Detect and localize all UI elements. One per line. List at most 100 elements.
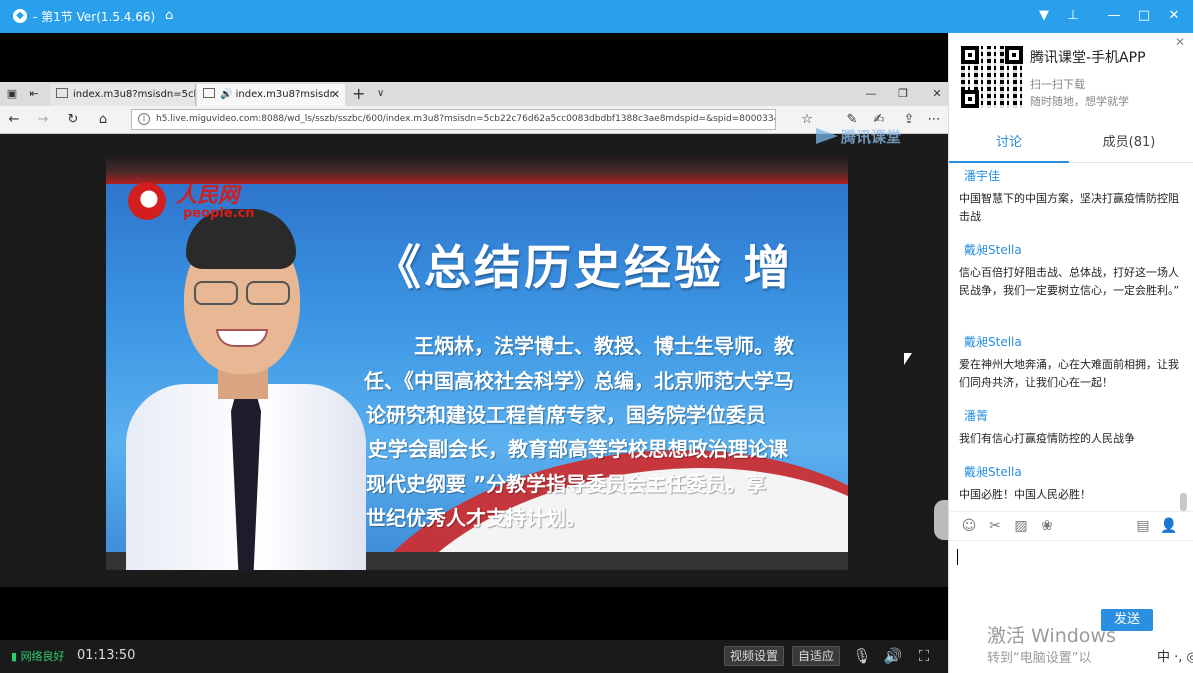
browser-tab-2-label: index.m3u8?msisdr: [235, 89, 334, 100]
slide-headline: 《总结历史经验 增: [374, 241, 794, 296]
more-icon[interactable]: ⋯: [925, 111, 943, 129]
new-tab-icon[interactable]: +: [352, 84, 365, 104]
tencent-watermark: 腾讯课堂: [816, 126, 901, 147]
side-panel: ✕ 腾讯课堂-手机APP 扫一扫下载 随时随地，想学就学 讨论 成员(81) 潘…: [948, 33, 1193, 673]
chat-list[interactable]: 潘宇佳 中国智慧下的中国方案，坚决打赢疫情防控阻击战 戴昶Stella 信心百倍…: [949, 164, 1187, 509]
slide-bio-line: 史学会副会长，教育部高等学校思想政治理论课: [368, 437, 788, 461]
slide-bio-line: 任、《中国高校社会科学》总编，北京师范大学马: [364, 369, 794, 393]
chat-scrollbar[interactable]: [1180, 493, 1187, 511]
notes-card-icon[interactable]: ▤: [1134, 517, 1152, 535]
chat-text: 爱在神州大地奔涌，心在大难面前相拥，让我们同舟共济，让我们心在一起！: [959, 358, 1179, 389]
signal-icon: ▮: [11, 650, 18, 663]
slide-bio-line: 论研究和建设工程首席专家，国务院学位委员: [366, 403, 766, 427]
elapsed-time: 01:13:50: [77, 648, 136, 663]
chat-author[interactable]: 潘宇佳: [959, 168, 1185, 184]
windows-activate-title: 激活 Windows: [987, 625, 1116, 647]
close-icon[interactable]: ✕: [1164, 6, 1184, 26]
slide-logo-url: people.cn: [183, 206, 255, 221]
qr-finder: [961, 46, 979, 64]
shared-browser-window: ▣ ⇤ index.m3u8?msisdn=5cb22c 🔊 index.m3u…: [0, 82, 948, 587]
video-settings-button[interactable]: 视频设置: [724, 646, 785, 666]
app-promo-title: 腾讯课堂-手机APP: [1030, 50, 1146, 66]
chat-author[interactable]: 戴昶Stella: [959, 464, 1185, 480]
close-promo-icon[interactable]: ✕: [1175, 35, 1185, 49]
tab-close-icon[interactable]: ✕: [331, 84, 340, 106]
chat-message: 戴昶Stella 爱在神州大地奔涌，心在大难面前相拥，让我们同舟共济，让我们心在…: [959, 334, 1185, 392]
speaker-tab-icon: 🔊: [220, 89, 233, 100]
maximize-icon[interactable]: □: [1134, 6, 1154, 26]
chat-author[interactable]: 潘菁: [959, 408, 1185, 424]
windows-activate-subtitle: 转到“电脑设置”以: [987, 651, 1092, 666]
tab-set-aside-icon[interactable]: ▣: [4, 86, 20, 102]
speaker-portrait: [126, 209, 386, 570]
home-page-icon[interactable]: ⌂: [94, 111, 112, 129]
ime-indicator[interactable]: 中 ·, ◎: [1157, 646, 1193, 665]
fit-mode-button[interactable]: 自适应: [792, 646, 841, 666]
panel-tabs: 讨论 成员(81): [949, 125, 1193, 163]
mouse-cursor-icon: [904, 353, 912, 365]
people-daily-logo-icon: [128, 182, 166, 220]
mic-muted-icon[interactable]: 🎙: [852, 646, 872, 666]
emoji-icon[interactable]: ☺: [960, 517, 978, 535]
flower-icon[interactable]: ❀: [1038, 517, 1056, 535]
url-field[interactable]: i h5.live.miguvideo.com:8088/wd_ls/sszb/…: [131, 109, 776, 130]
refresh-icon[interactable]: ↻: [64, 111, 82, 129]
qr-code-icon: [961, 46, 1023, 108]
promo-tagline: 随时随地，想学就学: [1030, 95, 1129, 108]
favorite-star-icon[interactable]: ☆: [798, 111, 816, 129]
chat-author[interactable]: 戴昶Stella: [959, 242, 1185, 258]
scan-to-download: 扫一扫下载: [1030, 78, 1085, 91]
chat-text: 我们有信心打赢疫情防控的人民战争: [959, 432, 1135, 445]
chat-toolbar: ☺ ✂ ▨ ❀ ▤ 👤: [949, 511, 1193, 541]
volume-icon[interactable]: 🔊: [883, 646, 903, 666]
browser-tab-strip: ▣ ⇤ index.m3u8?msisdn=5cb22c 🔊 index.m3u…: [0, 82, 948, 106]
page-icon: [56, 88, 68, 98]
tab-restore-icon[interactable]: ⇤: [26, 86, 42, 102]
chat-message: 戴昶Stella 信心百倍打好阻击战、总体战，打好这一场人民战争，我们一定要树立…: [959, 242, 1185, 300]
browser-address-bar: ← → ↻ ⌂ i h5.live.miguvideo.com:8088/wd_…: [0, 106, 948, 146]
fullscreen-icon[interactable]: ⛶: [914, 646, 934, 666]
app-window: ◆ - 第1节 Ver(1.5.4.66) ⌂ ▼ ⊥ — □ ✕ ▣ ⇤ in…: [0, 0, 1193, 673]
browser-close-icon[interactable]: ✕: [928, 85, 946, 103]
qr-finder: [1005, 46, 1023, 64]
tab-members[interactable]: 成员(81): [1069, 125, 1189, 163]
user-icon[interactable]: 👤: [1160, 517, 1178, 535]
page-icon: [203, 88, 215, 98]
chat-text: 中国必胜！中国人民必胜！: [959, 488, 1091, 501]
chat-text: 中国智慧下的中国方案，坚决打赢疫情防控阻击战: [959, 192, 1179, 223]
player-control-bar: ▮ 网络良好 01:13:50 视频设置 自适应 🎙 🔊 ⛶: [0, 640, 948, 673]
image-icon[interactable]: ▨: [1012, 517, 1030, 535]
slide-bio-line: 现代史纲要 ”分教学指导委员会主任委员。享: [366, 472, 767, 496]
chat-message: 戴昶Stella 中国必胜！中国人民必胜！: [959, 464, 1185, 504]
browser-tab-1[interactable]: index.m3u8?msisdn=5cb22c: [50, 84, 196, 106]
window-title: - 第1节 Ver(1.5.4.66): [33, 10, 156, 24]
tencent-classroom-logo-icon: ◆: [13, 9, 27, 23]
slide-logo-name: 人民网: [176, 182, 239, 207]
qr-finder: [961, 90, 979, 108]
network-status: ▮ 网络良好: [11, 650, 65, 664]
slide-bio-line: 王炳林，法学博士、教授、博士生导师。教: [414, 334, 794, 358]
tab-discussion[interactable]: 讨论: [949, 125, 1069, 163]
mascot-icon[interactable]: [934, 500, 948, 540]
browser-tab-2[interactable]: 🔊 index.m3u8?msisdr ✕: [197, 84, 345, 106]
dropdown-icon[interactable]: ▼: [1034, 6, 1054, 26]
browser-restore-icon[interactable]: ❐: [894, 85, 912, 103]
pin-icon[interactable]: ⊥: [1063, 6, 1083, 26]
back-icon[interactable]: ←: [5, 111, 23, 129]
browser-minimize-icon[interactable]: —: [862, 85, 880, 103]
play-logo-icon: [816, 128, 838, 144]
title-bar: ◆ - 第1节 Ver(1.5.4.66) ⌂ ▼ ⊥ — □ ✕: [0, 0, 1193, 33]
screenshot-scissors-icon[interactable]: ✂: [986, 517, 1004, 535]
minimize-icon[interactable]: —: [1104, 6, 1124, 26]
share-icon[interactable]: ⇪: [900, 111, 918, 129]
tab-list-chevron-icon[interactable]: ∨: [377, 86, 384, 102]
send-button[interactable]: 发送: [1101, 609, 1153, 631]
forward-icon[interactable]: →: [34, 111, 52, 129]
home-icon[interactable]: ⌂: [165, 8, 173, 24]
chat-author[interactable]: 戴昶Stella: [959, 334, 1185, 350]
info-icon: i: [138, 113, 150, 125]
portrait-glasses: [246, 281, 290, 305]
portrait-glasses: [194, 281, 238, 305]
chat-text: 信心百倍打好阻击战、总体战，打好这一场人民战争，我们一定要树立信心，一定会胜利。…: [959, 266, 1180, 297]
video-area[interactable]: ▣ ⇤ index.m3u8?msisdn=5cb22c 🔊 index.m3u…: [0, 33, 948, 640]
